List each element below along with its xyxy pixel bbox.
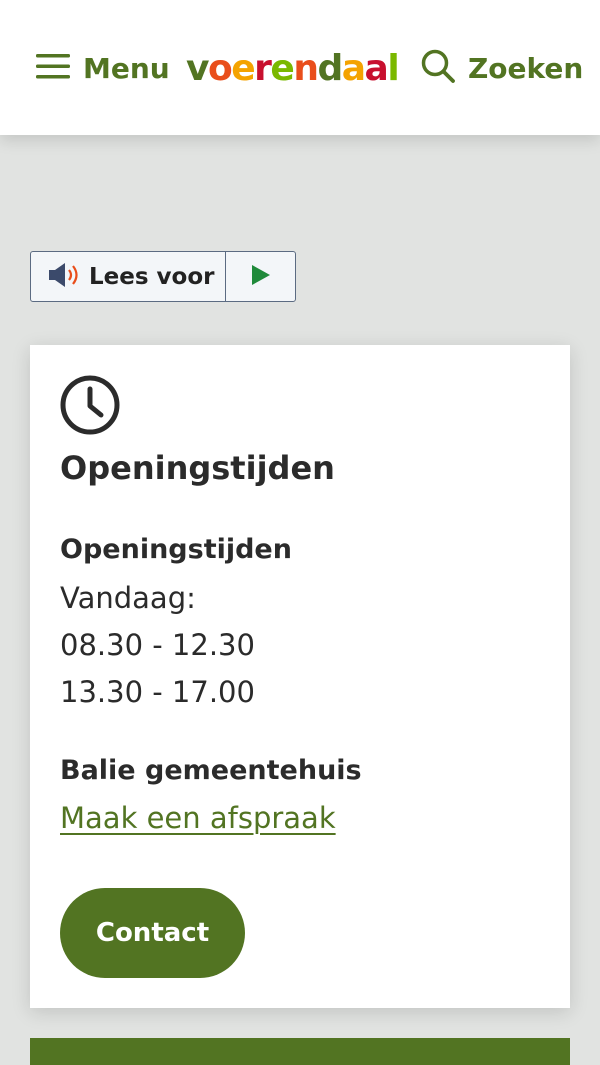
logo-letter: n: [293, 47, 319, 89]
readspeaker-widget: Lees voor: [30, 251, 296, 302]
read-aloud-label: Lees voor: [89, 263, 215, 290]
voerendaal-logo[interactable]: voerendaal: [186, 44, 400, 92]
today-label: Vandaag:: [60, 581, 196, 615]
make-appointment-link[interactable]: Maak een afspraak: [60, 801, 336, 835]
desk-heading: Balie gemeentehuis: [60, 755, 362, 786]
search-icon: [420, 48, 456, 88]
play-icon: [250, 263, 272, 291]
card-title: Openingstijden: [60, 449, 335, 487]
logo-letter: a: [341, 47, 366, 89]
menu-button[interactable]: Menu: [36, 44, 170, 92]
logo-letter: o: [207, 47, 233, 89]
logo-letter: e: [270, 47, 294, 89]
logo-letter: a: [364, 47, 389, 89]
speaker-icon: [47, 261, 83, 293]
logo-letter: e: [231, 47, 255, 89]
contact-button[interactable]: Contact: [60, 888, 245, 978]
hamburger-icon: [36, 53, 70, 83]
logo-letter: d: [317, 47, 343, 89]
search-label: Zoeken: [468, 51, 584, 85]
time-slot-afternoon: 13.30 - 17.00: [60, 675, 255, 709]
footer-green-band: [30, 1038, 570, 1065]
read-aloud-button[interactable]: Lees voor: [31, 252, 226, 301]
opening-hours-card: Openingstijden Openingstijden Vandaag: 0…: [30, 345, 570, 1008]
clock-icon: [60, 375, 120, 439]
hours-heading: Openingstijden: [60, 534, 292, 565]
logo-letter: r: [254, 47, 272, 89]
logo-letter: v: [186, 47, 209, 89]
search-button[interactable]: Zoeken: [420, 44, 583, 92]
time-slot-morning: 08.30 - 12.30: [60, 628, 255, 662]
site-header: Menu voerendaal Zoeken: [0, 0, 600, 135]
play-button[interactable]: [226, 252, 295, 301]
logo-letter: l: [387, 47, 399, 89]
menu-label: Menu: [83, 51, 170, 85]
